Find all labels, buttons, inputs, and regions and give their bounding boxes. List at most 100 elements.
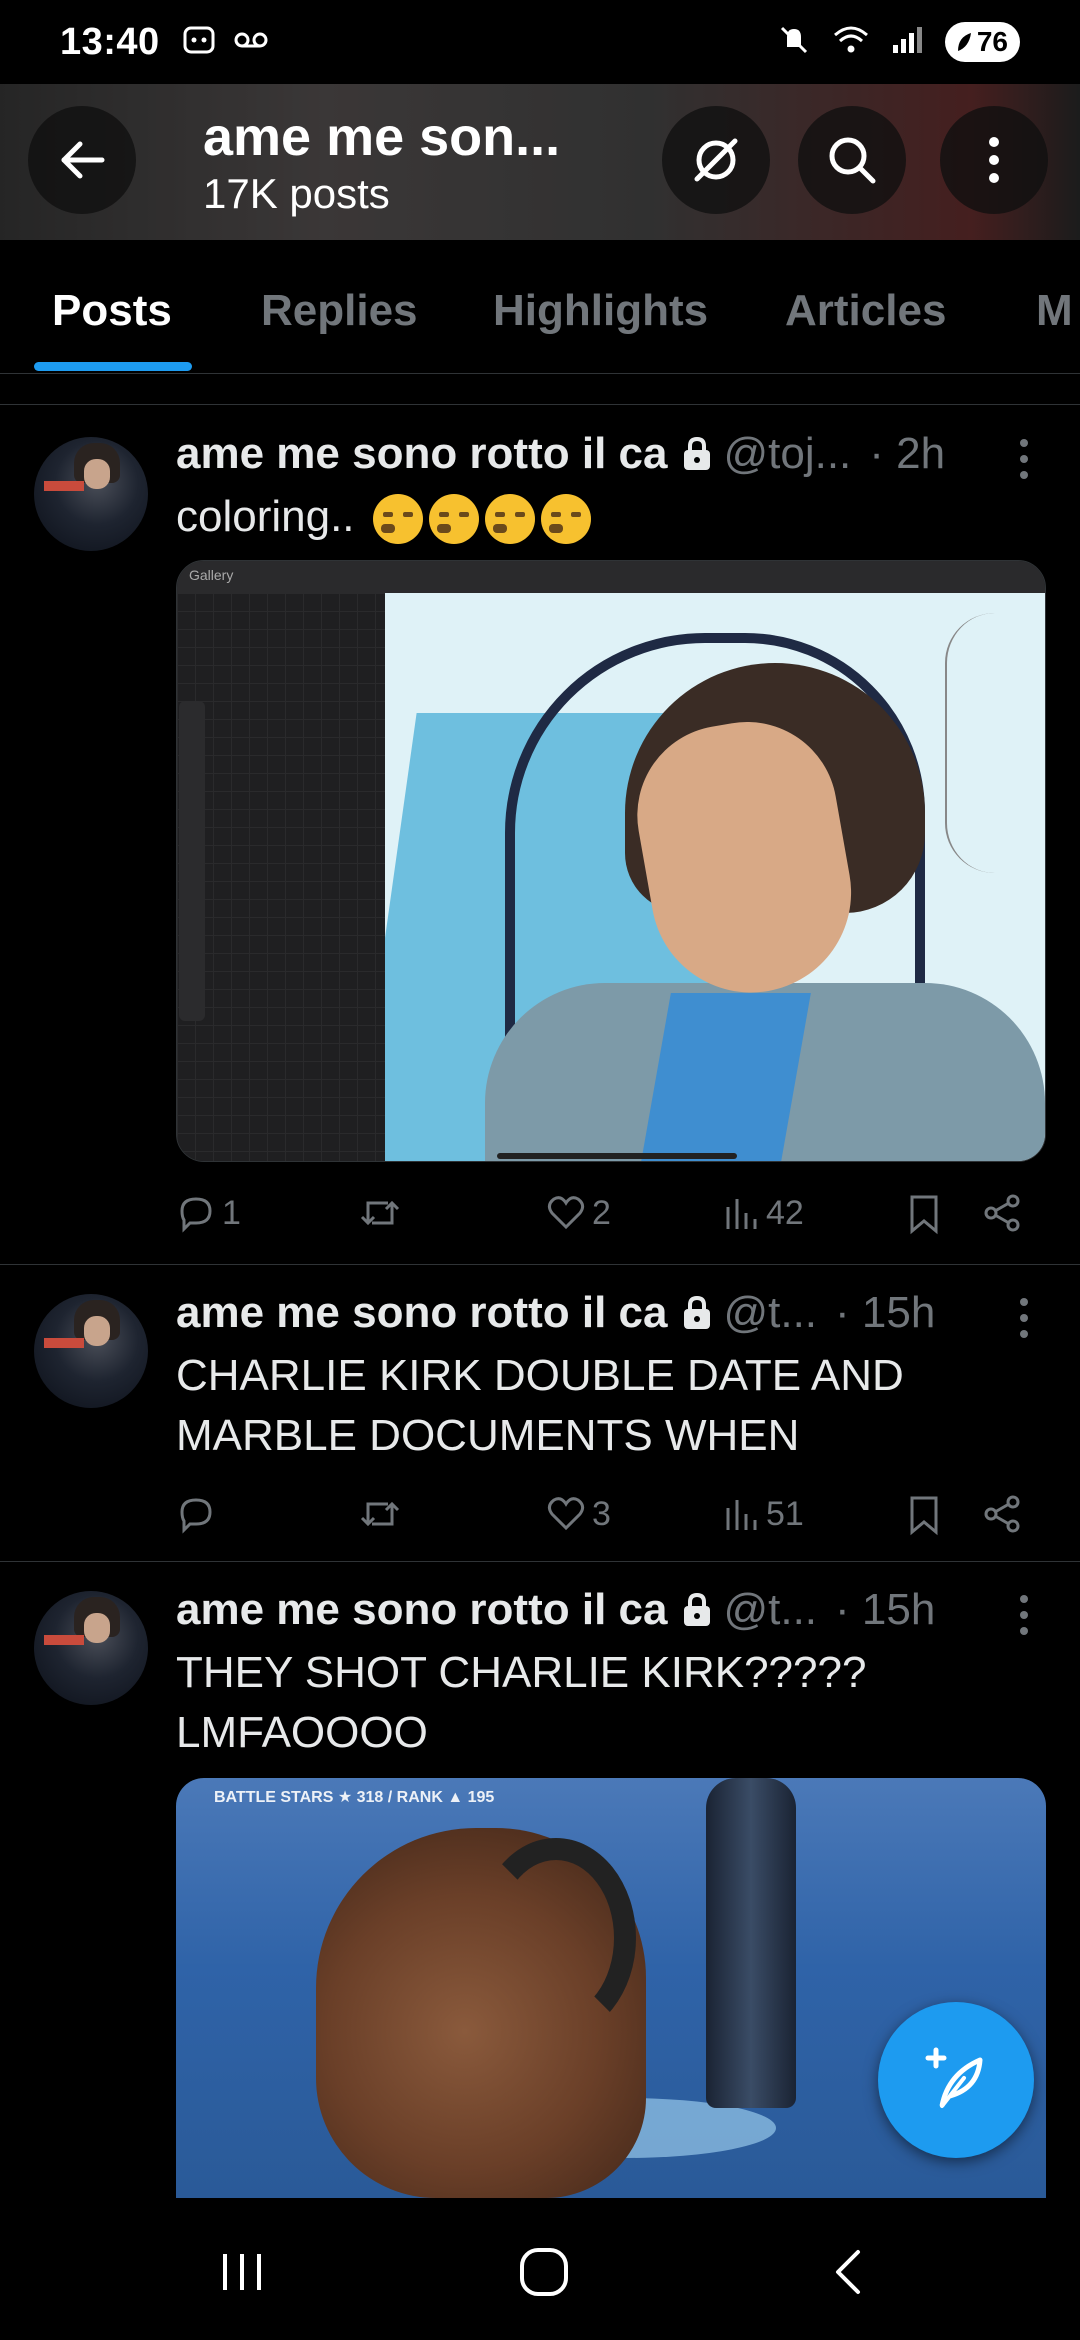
post-actions: 1 2 42 bbox=[176, 1193, 1046, 1243]
reply-button[interactable] bbox=[176, 1494, 222, 1534]
tab-media[interactable]: M bbox=[1036, 286, 1073, 336]
like-button[interactable]: 3 bbox=[546, 1494, 611, 1534]
author-name[interactable]: ame me sono rotto il ca bbox=[176, 1288, 667, 1338]
post-text: THEY SHOT CHARLIE KIRK????? LMFAOOOO bbox=[176, 1648, 867, 1757]
avatar[interactable] bbox=[34, 437, 148, 551]
repost-button[interactable] bbox=[358, 1494, 408, 1534]
view-count: 51 bbox=[766, 1494, 804, 1533]
author-name[interactable]: ame me sono rotto il ca bbox=[176, 1585, 667, 1635]
tab-posts[interactable]: Posts bbox=[52, 286, 172, 336]
reply-icon bbox=[180, 1197, 212, 1233]
lock-icon bbox=[681, 436, 713, 472]
active-tab-indicator bbox=[34, 362, 192, 371]
views-button[interactable]: 51 bbox=[724, 1494, 804, 1534]
search-button[interactable] bbox=[798, 106, 906, 214]
bookmark-button[interactable] bbox=[906, 1193, 942, 1235]
repost-icon bbox=[360, 1501, 400, 1527]
like-button[interactable]: 2 bbox=[546, 1193, 611, 1233]
raised-eyebrow-emoji-icon bbox=[372, 494, 423, 545]
heart-icon bbox=[547, 1196, 585, 1230]
gallery-label: Gallery bbox=[189, 567, 234, 583]
share-button[interactable] bbox=[982, 1193, 1022, 1233]
author-handle[interactable]: @toj... bbox=[723, 429, 851, 479]
header-title-block: ame me son... 17K posts bbox=[203, 106, 560, 218]
recent-apps-icon bbox=[223, 2254, 261, 2290]
battery-saver-icon bbox=[957, 33, 971, 51]
search-icon bbox=[829, 137, 876, 184]
raised-eyebrow-emoji-icon bbox=[484, 494, 535, 545]
more-options-button[interactable] bbox=[940, 106, 1048, 214]
profile-header: ame me son... 17K posts bbox=[0, 84, 1080, 240]
compose-feather-icon bbox=[925, 2047, 983, 2108]
post-timestamp: · 15h bbox=[835, 1288, 936, 1337]
back-nav-button[interactable] bbox=[818, 2242, 878, 2302]
raised-eyebrow-emoji-icon bbox=[428, 494, 479, 545]
post-actions: 3 51 bbox=[176, 1494, 1046, 1544]
post-more-button[interactable] bbox=[1014, 1595, 1034, 1635]
bookmark-icon bbox=[910, 1195, 938, 1235]
post-timestamp: · 15h bbox=[835, 1585, 936, 1634]
post-text: CHARLIE KIRK DOUBLE DATE AND MARBLE DOCU… bbox=[176, 1351, 904, 1460]
recent-apps-button[interactable] bbox=[212, 2242, 272, 2302]
post-count: 17K posts bbox=[203, 170, 390, 217]
grok-icon bbox=[694, 138, 738, 182]
bookmark-icon bbox=[910, 1496, 938, 1536]
home-button[interactable] bbox=[514, 2242, 574, 2302]
back-button[interactable] bbox=[28, 106, 136, 214]
repost-icon bbox=[360, 1200, 400, 1226]
compose-post-button[interactable] bbox=[878, 2002, 1034, 2158]
post-timestamp: · 2h bbox=[869, 429, 946, 478]
signal-icon bbox=[891, 23, 925, 62]
view-count: 42 bbox=[766, 1193, 804, 1232]
share-button[interactable] bbox=[982, 1494, 1022, 1534]
post-text: coloring.. bbox=[176, 487, 1036, 547]
analytics-icon bbox=[726, 1199, 757, 1229]
share-icon bbox=[984, 1495, 1020, 1533]
post-media-image[interactable]: Gallery bbox=[176, 560, 1046, 1162]
lock-icon bbox=[681, 1295, 713, 1331]
battery-level: 76 bbox=[976, 26, 1008, 57]
tab-highlights[interactable]: Highlights bbox=[493, 286, 708, 336]
profile-tabs: Posts Replies Highlights Articles M bbox=[0, 240, 1080, 374]
back-arrow-icon bbox=[61, 141, 105, 179]
lock-icon bbox=[681, 1592, 713, 1628]
post-more-button[interactable] bbox=[1014, 439, 1034, 479]
game-hud: BATTLE STARS ★ 318 / RANK ▲ 195 bbox=[214, 1789, 495, 1806]
mute-icon bbox=[777, 23, 811, 62]
reply-button[interactable]: 1 bbox=[176, 1193, 241, 1233]
post-header: ame me sono rotto il ca @t... · 15h bbox=[176, 1288, 935, 1338]
post-header: ame me sono rotto il ca @t... · 15h bbox=[176, 1585, 935, 1635]
post-header: ame me sono rotto il ca @toj... · 2h bbox=[176, 429, 945, 479]
avatar[interactable] bbox=[34, 1294, 148, 1408]
share-icon bbox=[984, 1194, 1020, 1232]
tab-replies[interactable]: Replies bbox=[261, 286, 418, 336]
views-button[interactable]: 42 bbox=[724, 1193, 804, 1233]
avatar[interactable] bbox=[34, 1591, 148, 1705]
post-more-button[interactable] bbox=[1014, 1298, 1034, 1338]
repost-button[interactable] bbox=[358, 1193, 408, 1233]
like-count: 2 bbox=[592, 1193, 611, 1232]
screenshot-icon bbox=[182, 23, 216, 62]
home-icon bbox=[520, 2248, 568, 2296]
reply-count: 1 bbox=[222, 1193, 241, 1232]
reply-icon bbox=[180, 1498, 212, 1534]
tab-articles[interactable]: Articles bbox=[785, 286, 946, 336]
like-count: 3 bbox=[592, 1494, 611, 1533]
author-handle[interactable]: @t... bbox=[723, 1288, 817, 1338]
system-nav-bar bbox=[0, 2202, 1080, 2340]
wifi-icon bbox=[831, 23, 871, 62]
grok-button[interactable] bbox=[662, 106, 770, 214]
post-2[interactable]: ame me sono rotto il ca @t... · 15h CHAR… bbox=[0, 1266, 1080, 1562]
emoji-group bbox=[372, 494, 591, 545]
battery-indicator: 76 bbox=[944, 22, 1020, 62]
post-text-content: coloring.. bbox=[176, 492, 355, 541]
canvas-grid bbox=[177, 593, 387, 1161]
bookmark-button[interactable] bbox=[906, 1494, 942, 1536]
voicemail-icon bbox=[234, 30, 268, 55]
author-name[interactable]: ame me sono rotto il ca bbox=[176, 429, 667, 479]
drawing-canvas bbox=[385, 593, 1045, 1161]
profile-name: ame me son... bbox=[203, 107, 561, 167]
status-time: 13:40 bbox=[60, 20, 160, 63]
author-handle[interactable]: @t... bbox=[723, 1585, 817, 1635]
more-vertical-icon bbox=[989, 137, 999, 183]
